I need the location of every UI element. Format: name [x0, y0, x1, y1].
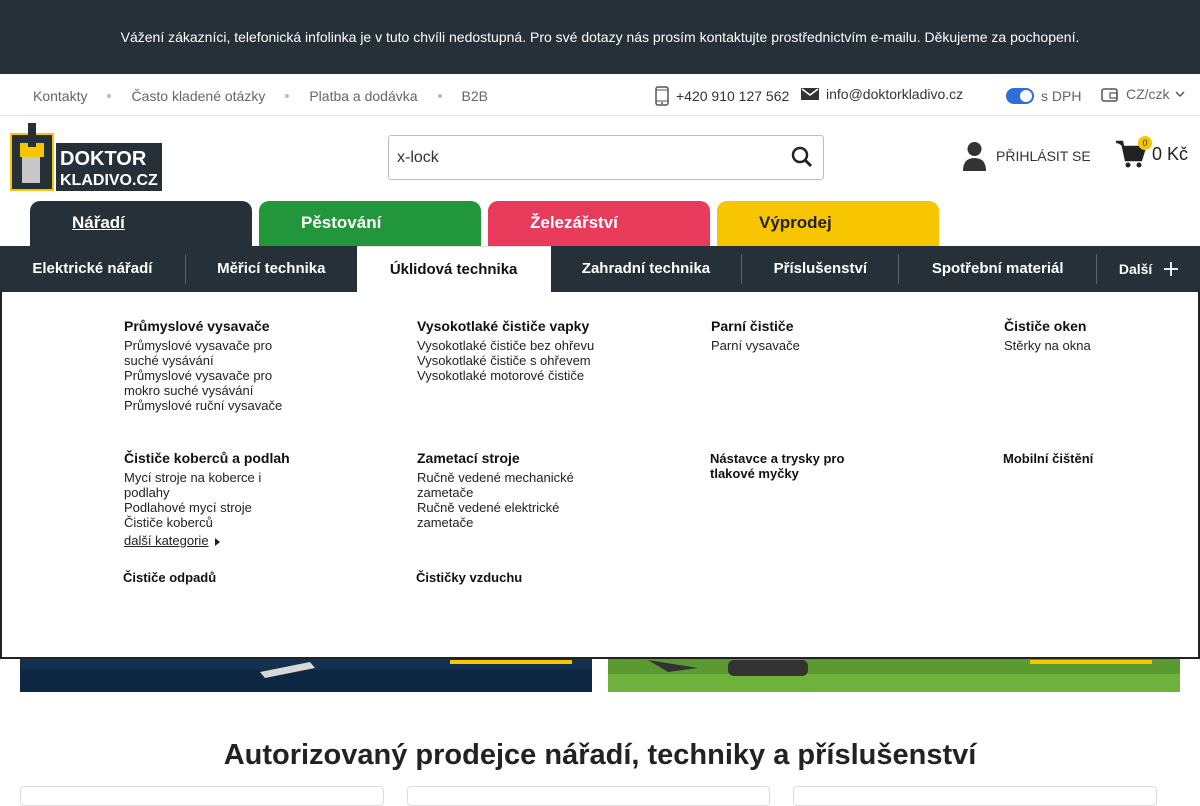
- menu-heading[interactable]: Nástavce a trysky pro tlakové myčky: [710, 451, 890, 481]
- menu-column-mobilni-cisteni: Mobilní čištění: [1003, 451, 1183, 470]
- link-payment-delivery[interactable]: Platba a dodávka: [309, 88, 417, 104]
- notice-banner: Vážení zákazníci, telefonická infolinka …: [0, 0, 1200, 74]
- nav-elektricke-naradi[interactable]: Elektrické nářadí: [0, 246, 185, 292]
- page-headline: Autorizovaný prodejce nářadí, techniky a…: [223, 739, 977, 771]
- nav-uklidova-technika[interactable]: Úklidová technika: [356, 246, 551, 292]
- menu-link[interactable]: Průmyslové ruční vysavače: [124, 398, 304, 413]
- menu-heading[interactable]: Parní čističe: [711, 319, 891, 334]
- menu-link[interactable]: Průmyslové vysavače pro mokro suché vysá…: [124, 368, 304, 398]
- currency-selector[interactable]: CZ/czk: [1101, 86, 1194, 102]
- currency-label: CZ/czk: [1126, 86, 1170, 102]
- menu-column-cisticky-vzduchu: Čističky vzduchu: [416, 570, 596, 589]
- menu-heading[interactable]: Vysokotlaké čističe vapky: [417, 319, 597, 334]
- user-icon: [963, 142, 986, 171]
- link-kontakty[interactable]: Kontakty: [33, 88, 87, 104]
- tab-pestovani[interactable]: Pěstování: [259, 201, 481, 247]
- menu-column-cistice-oken: Čističe oken Stěrky na okna: [1004, 319, 1184, 354]
- menu-column-vysokotlake-cistice: Vysokotlaké čističe vapky Vysokotlaké či…: [417, 319, 597, 384]
- nav-zahradni-technika[interactable]: Zahradní technika: [551, 246, 742, 292]
- menu-link[interactable]: Průmyslové vysavače pro suché vysávání: [124, 338, 304, 368]
- menu-link[interactable]: Ručně vedené elektrické zametače: [417, 500, 597, 530]
- menu-column-parni-cistice: Parní čističe Parní vysavače: [711, 319, 891, 354]
- menu-link[interactable]: Mycí stroje na koberce i podlahy: [124, 470, 304, 500]
- nav-spotrebni-material[interactable]: Spotřební materiál: [899, 246, 1096, 292]
- menu-column-prumyslove-vysavace: Průmyslové vysavače Průmyslové vysavače …: [124, 319, 304, 414]
- more-categories-label: další kategorie: [124, 533, 209, 548]
- menu-heading[interactable]: Čističe koberců a podlah: [124, 451, 304, 466]
- phone-link[interactable]: +420 910 127 562: [655, 86, 789, 106]
- mega-menu: Průmyslové vysavače Průmyslové vysavače …: [0, 292, 1200, 659]
- feature-card: [407, 786, 770, 806]
- menu-column-zametaci-stroje: Zametací stroje Ručně vedené mechanické …: [417, 451, 597, 531]
- mail-icon: [801, 88, 819, 100]
- phone-icon: [655, 86, 669, 106]
- search-input[interactable]: [389, 136, 769, 179]
- site-header: DOKTOR KLADIVO.CZ PŘIHLÁSIT SE 0 0 Kč: [0, 116, 1200, 202]
- menu-column-nastavce-trysky: Nástavce a trysky pro tlakové myčky: [710, 451, 890, 485]
- category-tabs: Nářadí Pěstování Železářství Výprodej: [0, 201, 1200, 247]
- menu-link[interactable]: Stěrky na okna: [1004, 338, 1184, 353]
- phone-number: +420 910 127 562: [676, 88, 790, 104]
- separator-dot: [285, 94, 290, 98]
- menu-heading[interactable]: Čističe odpadů: [123, 570, 303, 585]
- link-faq[interactable]: Často kladené otázky: [131, 88, 265, 104]
- tab-naradi[interactable]: Nářadí: [30, 201, 252, 247]
- menu-heading[interactable]: Průmyslové vysavače: [124, 319, 304, 334]
- search-box: [388, 135, 824, 180]
- menu-column-cistice-kobercu: Čističe koberců a podlah Mycí stroje na …: [124, 451, 304, 549]
- tab-vyprodej[interactable]: Výprodej: [717, 201, 939, 247]
- subcategory-nav: Elektrické nářadí Měřicí technika Úklido…: [0, 246, 1200, 292]
- caret-right-icon: [214, 537, 220, 546]
- menu-link[interactable]: Čističe koberců: [124, 515, 304, 530]
- email-address: info@doktorkladivo.cz: [826, 86, 964, 102]
- menu-link[interactable]: Vysokotlaké čističe s ohřevem: [417, 353, 597, 368]
- login-button[interactable]: PŘIHLÁSIT SE: [962, 141, 1091, 171]
- menu-heading[interactable]: Čističe oken: [1004, 319, 1184, 334]
- link-b2b[interactable]: B2B: [462, 88, 488, 104]
- notice-text: Vážení zákazníci, telefonická infolinka …: [120, 29, 1080, 45]
- nav-prislusenstvi[interactable]: Příslušenství: [742, 246, 898, 292]
- email-link[interactable]: info@doktorkladivo.cz: [801, 86, 963, 102]
- menu-link[interactable]: Parní vysavače: [711, 338, 891, 353]
- chevron-down-icon: [1175, 91, 1185, 98]
- logo-line-2: KLADIVO.CZ: [60, 172, 158, 189]
- menu-link[interactable]: Vysokotlaké motorové čističe: [417, 368, 597, 383]
- logo[interactable]: DOKTOR KLADIVO.CZ: [10, 123, 162, 191]
- menu-heading[interactable]: Čističky vzduchu: [416, 570, 596, 585]
- cart-price: 0 Kč: [1152, 143, 1189, 164]
- more-categories-link[interactable]: další kategorie: [124, 533, 220, 548]
- top-bar: Kontakty Často kladené otázky Platba a d…: [0, 74, 1200, 116]
- tab-zelezarstvi[interactable]: Železářství: [488, 201, 710, 247]
- wallet-icon: [1101, 87, 1118, 102]
- menu-heading[interactable]: Zametací stroje: [417, 451, 597, 466]
- feature-card: [793, 786, 1157, 806]
- cart-count-badge: 0: [1138, 136, 1152, 150]
- menu-heading[interactable]: Mobilní čištění: [1003, 451, 1183, 466]
- vat-toggle[interactable]: [1006, 88, 1034, 104]
- login-label: PŘIHLÁSIT SE: [996, 148, 1091, 164]
- nav-merici-technika[interactable]: Měřicí technika: [186, 246, 357, 292]
- menu-link[interactable]: Ručně vedené mechanické zametače: [417, 470, 597, 500]
- feature-card: [20, 786, 384, 806]
- plus-icon: [1164, 262, 1179, 276]
- menu-column-cistice-odpadu: Čističe odpadů: [123, 570, 303, 589]
- logo-line-1: DOKTOR: [60, 148, 147, 170]
- separator-dot: [107, 94, 112, 98]
- search-icon[interactable]: [791, 146, 813, 168]
- menu-link[interactable]: Vysokotlaké čističe bez ohřevu: [417, 338, 597, 353]
- cart-button[interactable]: 0 0 Kč: [1116, 136, 1189, 168]
- nav-dalsi[interactable]: Další: [1097, 246, 1200, 292]
- separator-dot: [437, 94, 442, 98]
- nav-dalsi-label: Další: [1118, 261, 1153, 277]
- vat-label: s DPH: [1041, 88, 1082, 104]
- menu-link[interactable]: Podlahové mycí stroje: [124, 500, 304, 515]
